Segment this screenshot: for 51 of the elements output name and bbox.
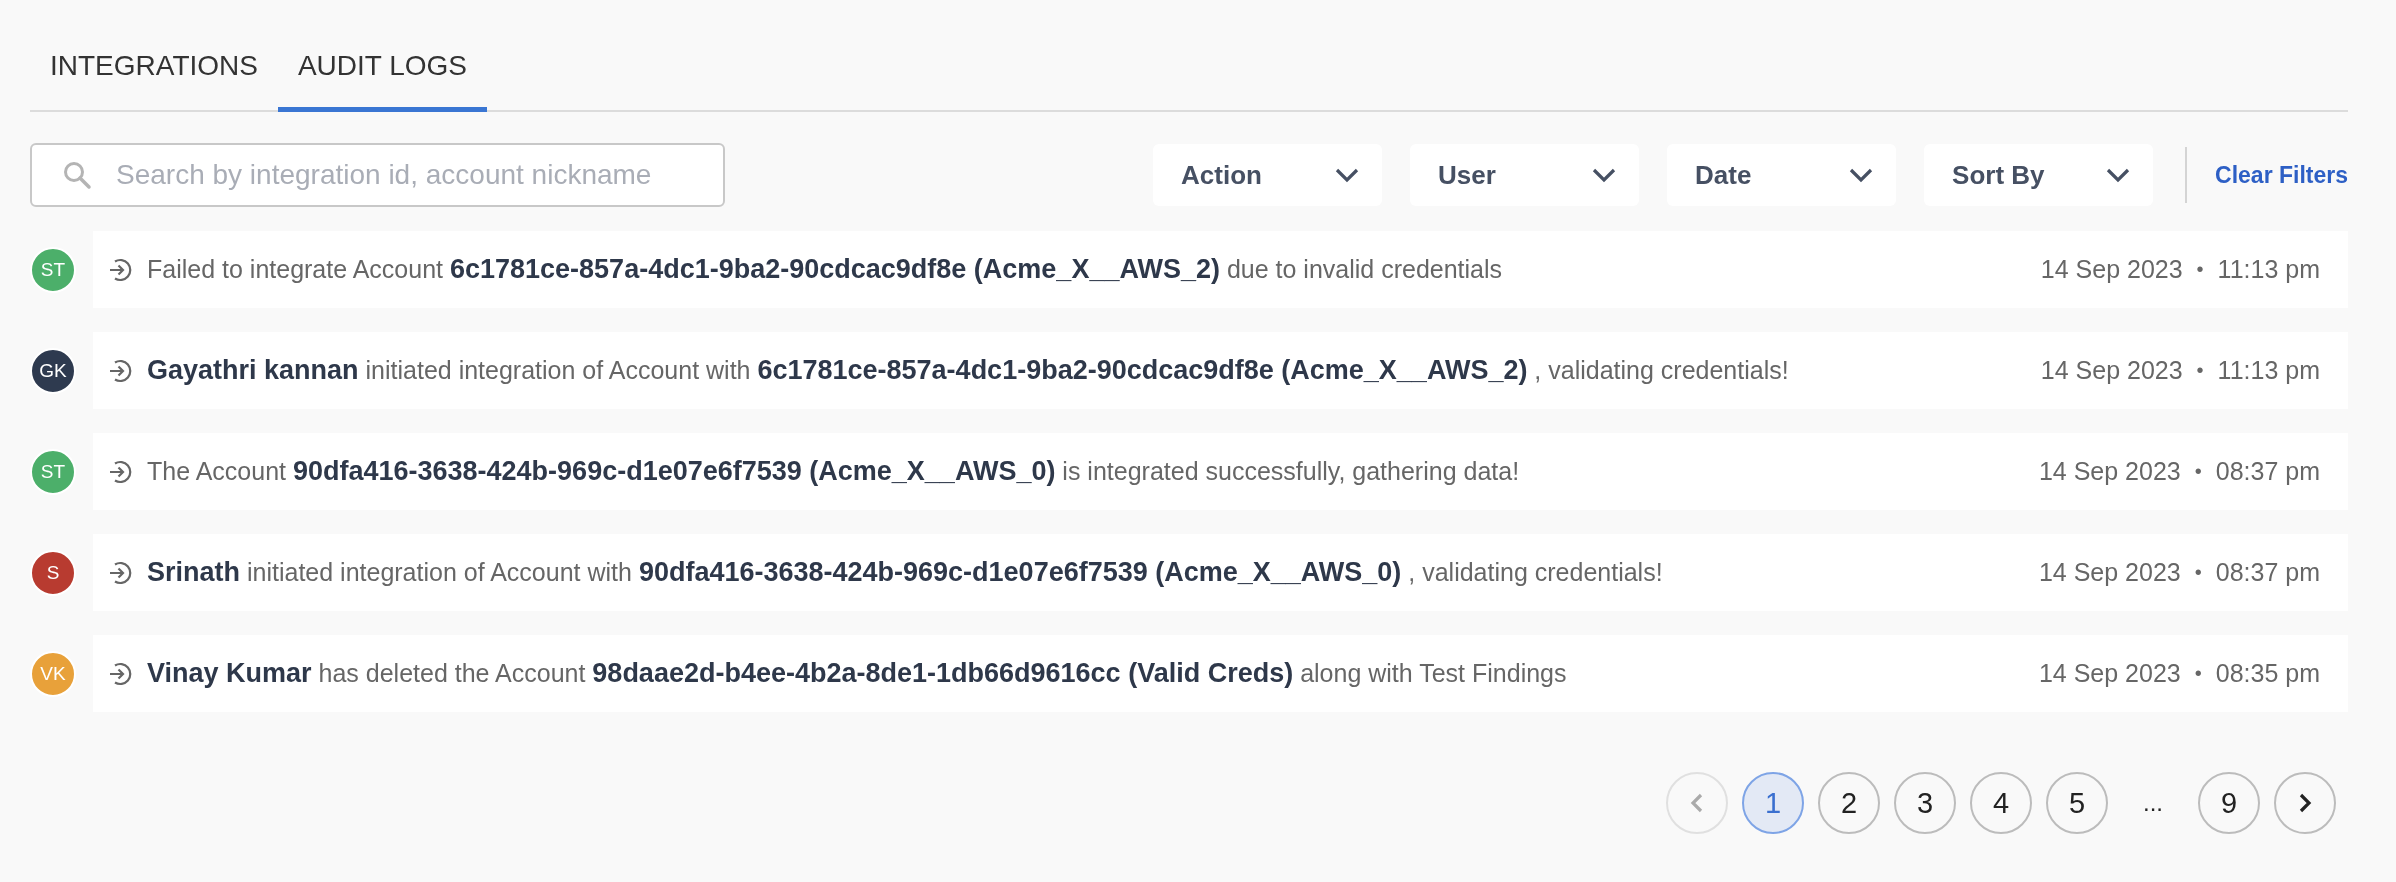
user-avatar: GK (30, 347, 76, 394)
log-message: Gayathri kannan initiated integration of Account with 6c1781ce-857a-4dc1-9ba2-90cdcac9df8e (Acme_X__AWS_2) , validating credentials! (147, 355, 1790, 386)
filter-dropdown[interactable]: Date (1667, 144, 1897, 206)
page-button[interactable]: 3 (1894, 772, 1956, 834)
page-button[interactable]: 5 (2046, 772, 2108, 834)
user-avatar: S (30, 549, 76, 596)
page-button[interactable]: 2 (1818, 772, 1880, 834)
tab[interactable]: INTEGRATIONS (30, 38, 278, 110)
log-time: 08:37 pm (2215, 558, 2320, 587)
separator-dot: • (2194, 460, 2202, 483)
log-date: 14 Sep 2023 (2040, 255, 2183, 284)
page-button[interactable]: 1 (1742, 772, 1804, 834)
tab[interactable]: AUDIT LOGS (277, 38, 488, 112)
search-field[interactable]: Search by integration id, account nickname (30, 143, 725, 207)
page-button[interactable]: 4 (1970, 772, 2032, 834)
arrow-in-circle-icon (107, 559, 133, 586)
page-button[interactable]: 9 (2198, 772, 2260, 834)
user-avatar: ST (30, 448, 76, 495)
clear-filters-link[interactable]: Clear Filters (2215, 161, 2348, 189)
pagination-ellipsis: ... (2142, 789, 2164, 817)
log-date: 14 Sep 2023 (2038, 558, 2181, 587)
separator-dot: • (2194, 662, 2202, 685)
arrow-in-circle-icon (107, 458, 133, 485)
log-time: 08:35 pm (2215, 659, 2320, 688)
arrow-in-circle-icon (107, 660, 133, 687)
chevron-down-icon (1591, 167, 1618, 183)
log-date: 14 Sep 2023 (2038, 659, 2181, 688)
user-avatar: VK (30, 650, 76, 697)
log-date: 14 Sep 2023 (2038, 457, 2181, 486)
chevron-right-icon (2297, 792, 2313, 814)
chevron-down-icon (1334, 167, 1361, 183)
filter-dropdown[interactable]: User (1410, 144, 1640, 206)
separator-dot: • (2196, 359, 2204, 382)
log-message: Vinay Kumar has deleted the Account 98daae2d-b4ee-4b2a-8de1-1db66d9616cc (Valid Creds) along with Test Findings (147, 658, 1568, 689)
filter-dropdown[interactable]: Sort By (1924, 144, 2154, 206)
log-time: 08:37 pm (2215, 457, 2320, 486)
arrow-in-circle-icon (107, 256, 133, 283)
log-date: 14 Sep 2023 (2040, 356, 2183, 385)
log-time: 11:13 pm (2217, 356, 2320, 385)
log-time: 11:13 pm (2217, 255, 2320, 284)
separator-dot: • (2196, 258, 2204, 281)
filter-dropdown[interactable]: Action (1153, 144, 1383, 206)
log-message: The Account 90dfa416-3638-424b-969c-d1e07e6f7539 (Acme_X__AWS_0) is integrated successfully, gathering data! (147, 456, 1521, 487)
chevron-down-icon (2105, 167, 2132, 183)
chevron-down-icon (1848, 167, 1875, 183)
arrow-in-circle-icon (107, 357, 133, 384)
separator-dot: • (2194, 561, 2202, 584)
log-message: Failed to integrate Account 6c1781ce-857a-4dc1-9ba2-90cdcac9df8e (Acme_X__AWS_2) due to invalid credentials (147, 254, 1504, 285)
log-message: Srinath initiated integration of Account with 90dfa416-3638-424b-969c-d1e07e6f7539 (Acme_X__AWS_0) , validating credentials! (147, 557, 1664, 588)
chevron-left-icon (1689, 792, 1705, 814)
user-avatar: ST (30, 246, 76, 293)
